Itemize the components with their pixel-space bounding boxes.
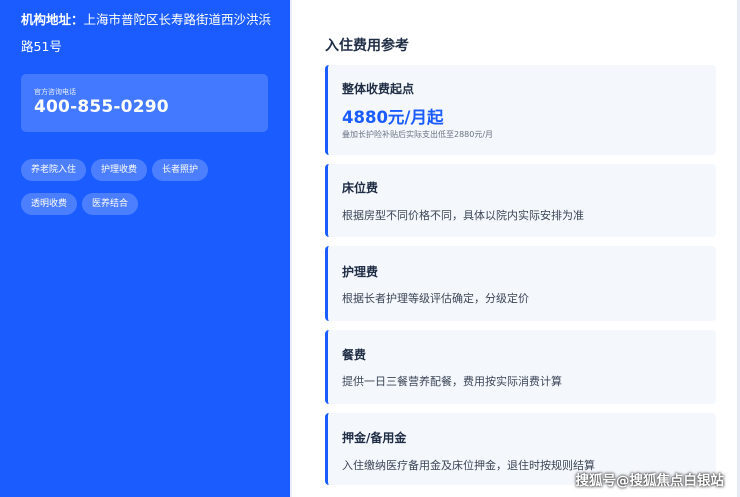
card-title: 整体收费起点 [342, 82, 415, 96]
tag-medical-care[interactable]: 医养结合 [82, 193, 139, 215]
fee-panel: 入住费用参考 整体收费起点 4880元/月起 叠加长护险补贴后实际支出低至288… [292, 0, 740, 497]
section-title: 入住费用参考 [325, 38, 409, 54]
card-desc: 入住缴纳医疗备用金及床位押金，退住时按规则结算 [342, 459, 595, 472]
card-title: 床位费 [342, 181, 379, 195]
card-title: 餐费 [342, 348, 367, 362]
card-title: 护理费 [342, 265, 379, 279]
fee-card-meals: 餐费 提供一日三餐营养配餐，费用按实际消费计算 [325, 330, 716, 404]
phone-label: 官方咨询电话 [34, 88, 76, 96]
card-title: 押金/备用金 [342, 431, 407, 445]
price-note: 叠加长护险补贴后实际支出低至2880元/月 [342, 130, 494, 139]
tag-transparent-fee[interactable]: 透明收费 [21, 193, 78, 215]
fee-card-overall: 整体收费起点 4880元/月起 叠加长护险补贴后实际支出低至2880元/月 [325, 65, 716, 155]
fee-card-nursing: 护理费 根据长者护理等级评估确定，分级定价 [325, 246, 716, 321]
card-desc: 根据长者护理等级评估确定，分级定价 [342, 292, 529, 305]
tag-care-fee[interactable]: 护理收费 [91, 159, 148, 181]
fee-card-bed: 床位费 根据房型不同价格不同，具体以院内实际安排为准 [325, 164, 716, 237]
tag-nursing-home[interactable]: 养老院入住 [21, 159, 87, 181]
address-label: 机构地址： [21, 12, 84, 27]
phone-number[interactable]: 400-855-0290 [34, 97, 169, 117]
address: 机构地址：上海市普陀区长寿路街道西沙洪浜路51号 [21, 6, 283, 60]
tag-elder-care[interactable]: 长者照护 [152, 159, 209, 181]
phone-card[interactable]: 官方咨询电话 400-855-0290 [21, 74, 268, 132]
price-value: 4880元/月起 [342, 108, 444, 127]
watermark: 搜狐号@搜狐焦点白银站 [575, 473, 725, 489]
card-desc: 根据房型不同价格不同，具体以院内实际安排为准 [342, 209, 584, 222]
card-desc: 提供一日三餐营养配餐，费用按实际消费计算 [342, 375, 562, 388]
tag-list: 养老院入住 护理收费 长者照护 透明收费 医养结合 [21, 157, 281, 225]
left-info-panel: 机构地址：上海市普陀区长寿路街道西沙洪浜路51号 官方咨询电话 400-855-… [0, 0, 290, 497]
